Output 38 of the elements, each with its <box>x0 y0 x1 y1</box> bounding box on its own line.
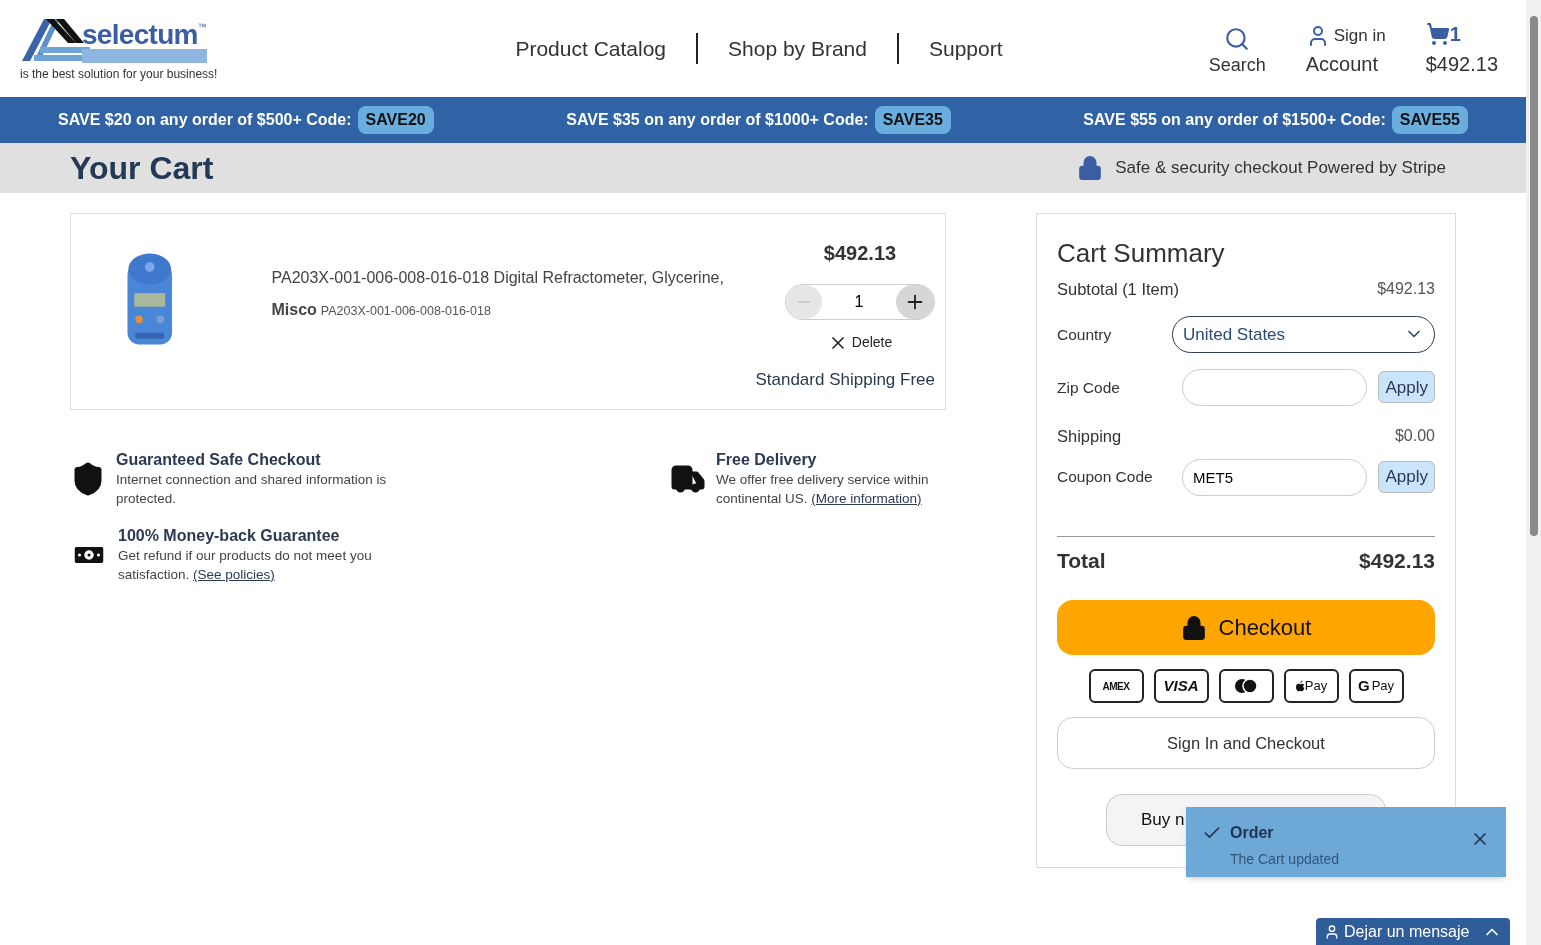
feature-title: Free Delivery <box>716 450 818 470</box>
summary-label: Zip Code <box>1057 377 1121 398</box>
summary-value: $492.13 <box>1377 279 1435 300</box>
item-price: $492.13 <box>823 241 897 266</box>
summary-value: $0.00 <box>1394 426 1435 447</box>
product-brand: Misco <box>271 300 317 320</box>
logo-name: selectum <box>82 20 198 49</box>
feature-text: Get refund if our products do not meet you satisfaction. (See policies) <box>118 547 373 584</box>
summary-label: Coupon Code <box>1057 467 1154 488</box>
total-value: $492.13 <box>1359 547 1435 574</box>
product-sku: PA203X-001-006-008-016-018 <box>320 303 491 320</box>
logo-tagline: is the best solution for your business! <box>20 65 218 83</box>
promo-code: SAVE20 <box>357 106 434 134</box>
feature-text: Internet connection and shared information is protected. <box>116 471 388 508</box>
feature-text: We offer free delivery service within continental US. (More information) <box>716 471 930 508</box>
summary-label: Subtotal (1 Item) <box>1057 279 1179 300</box>
toast-message: The Cart updated <box>1230 850 1339 869</box>
payment-logo: Pay <box>1283 669 1339 703</box>
summary-label: Country <box>1057 324 1113 345</box>
secure-note: Safe & security checkout Powered by Stripe <box>1115 157 1446 180</box>
feature-title: Guaranteed Safe Checkout <box>116 450 322 470</box>
product-name: PA203X-001-006-008-016-018 Digital Refractometer, Glycerine, <box>271 268 725 288</box>
promo-text: SAVE $20 on any order of $500+ Code: <box>58 110 352 130</box>
promo-code: SAVE55 <box>1391 106 1468 134</box>
total-label: Total <box>1057 547 1106 574</box>
summary-title: Cart Summary <box>1057 237 1226 270</box>
payment-logo: AMEX <box>1088 669 1144 703</box>
payment-logo: VISA <box>1153 669 1209 703</box>
toast-title: Order <box>1230 823 1275 843</box>
summary-label: Shipping <box>1057 425 1122 447</box>
feature-title: 100% Money-back Guarantee <box>118 526 341 546</box>
page-title: Your Cart <box>70 149 214 188</box>
promo-code: SAVE35 <box>874 106 951 134</box>
promo-text: SAVE $55 on any order of $1500+ Code: <box>1083 110 1386 130</box>
payment-logo: G Pay <box>1348 669 1404 703</box>
shipping-note: Standard Shipping Free <box>755 369 935 391</box>
trademark: ™ <box>197 20 207 34</box>
promo-text: SAVE $35 on any order of $1000+ Code: <box>566 110 869 130</box>
